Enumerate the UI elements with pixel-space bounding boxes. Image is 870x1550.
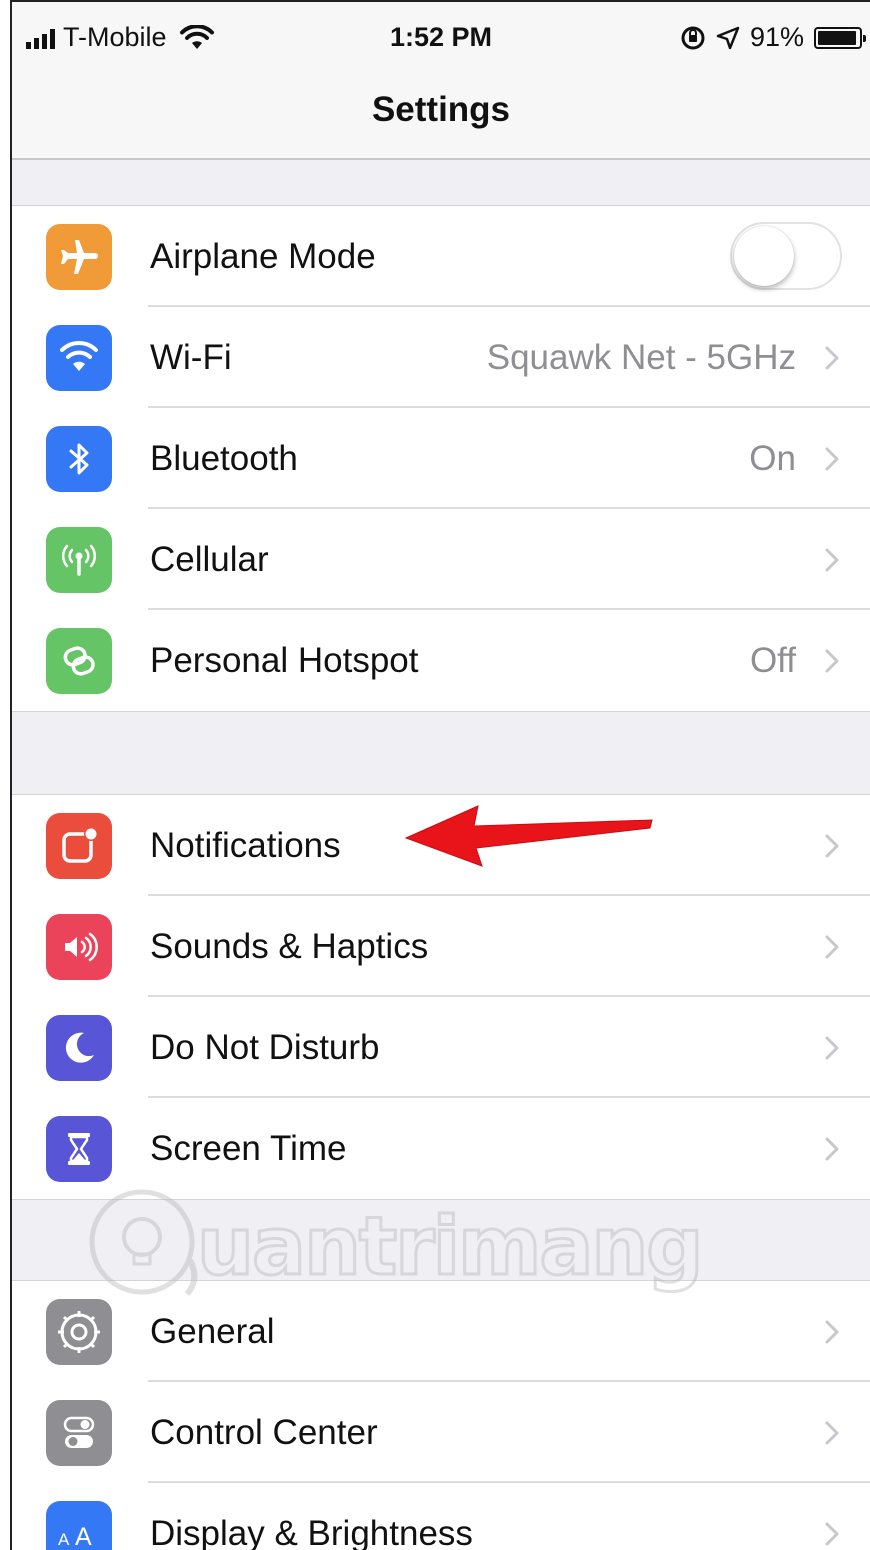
settings-row-label: Sounds & Haptics [150,927,429,966]
wifi-icon [46,325,112,391]
settings-row-label: Notifications [150,826,341,865]
battery-icon [814,26,866,49]
svg-text:A: A [58,1530,70,1549]
settings-row-wifi[interactable]: Wi-Fi Squawk Net - 5GHz [12,307,870,408]
toggle-knob [734,226,794,286]
watermark-text: uantrimang [196,1199,706,1295]
chevron-right-icon [825,548,839,572]
svg-text:A: A [75,1523,92,1550]
system-group: General Control Center A A Display & Bri… [12,1280,870,1550]
settings-row-sounds-haptics[interactable]: Sounds & Haptics [12,896,870,997]
navigation-bar: Settings [12,72,870,160]
hourglass-icon [46,1116,112,1182]
phone-screen: T-Mobile 1:52 PM 91% Settings Airplane M… [10,0,870,1550]
chevron-right-icon [825,1522,839,1546]
wifi-network-value: Squawk Net - 5GHz [486,338,796,377]
status-right: 91% [680,22,866,53]
location-icon [716,26,740,49]
chevron-right-icon [825,346,839,370]
settings-row-label: Airplane Mode [150,237,376,276]
text-size-icon: A A [46,1501,112,1550]
settings-row-cellular[interactable]: Cellular [12,509,870,610]
gear-icon [46,1299,112,1365]
bluetooth-icon [46,426,112,492]
settings-row-label: Control Center [150,1413,378,1452]
settings-row-label: Bluetooth [150,439,298,478]
chevron-right-icon [825,1320,839,1344]
antenna-icon [46,527,112,593]
notifications-icon [46,813,112,879]
moon-icon [46,1015,112,1081]
page-title: Settings [371,90,511,129]
settings-row-label: Cellular [150,540,269,579]
settings-row-label: Display & Brightness [150,1514,473,1550]
lightbulb-logo-icon [89,1189,198,1297]
settings-row-personal-hotspot[interactable]: Personal Hotspot Off [12,610,870,711]
battery-percent: 91% [749,22,804,52]
settings-row-control-center[interactable]: Control Center [12,1382,870,1483]
chevron-right-icon [825,1421,839,1445]
settings-row-airplane-mode[interactable]: Airplane Mode [12,206,870,307]
bluetooth-status-value: On [749,439,796,478]
orientation-lock-icon [681,26,705,49]
status-bar: T-Mobile 1:52 PM 91% [12,2,870,72]
watermark: uantrimang [82,1182,706,1302]
settings-row-bluetooth[interactable]: Bluetooth On [12,408,870,509]
chevron-right-icon [825,834,839,858]
settings-row-do-not-disturb[interactable]: Do Not Disturb [12,997,870,1098]
chevron-right-icon [825,649,839,673]
switches-icon [46,1400,112,1466]
settings-row-display-brightness[interactable]: A A Display & Brightness [12,1483,870,1550]
chevron-right-icon [825,1137,839,1161]
connectivity-group: Airplane Mode Wi-Fi Squawk Net - 5GHz Bl… [12,205,870,712]
settings-row-label: Do Not Disturb [150,1028,380,1067]
chevron-right-icon [825,1036,839,1060]
chevron-right-icon [825,447,839,471]
settings-row-label: Wi-Fi [150,338,232,377]
hotspot-status-value: Off [749,641,796,680]
speaker-icon [46,914,112,980]
hotspot-chain-icon [46,628,112,694]
settings-row-label: Personal Hotspot [150,641,419,680]
airplane-mode-toggle[interactable] [730,222,842,290]
chevron-right-icon [825,935,839,959]
annotation-arrow-icon [404,805,653,867]
airplane-icon [46,224,112,290]
